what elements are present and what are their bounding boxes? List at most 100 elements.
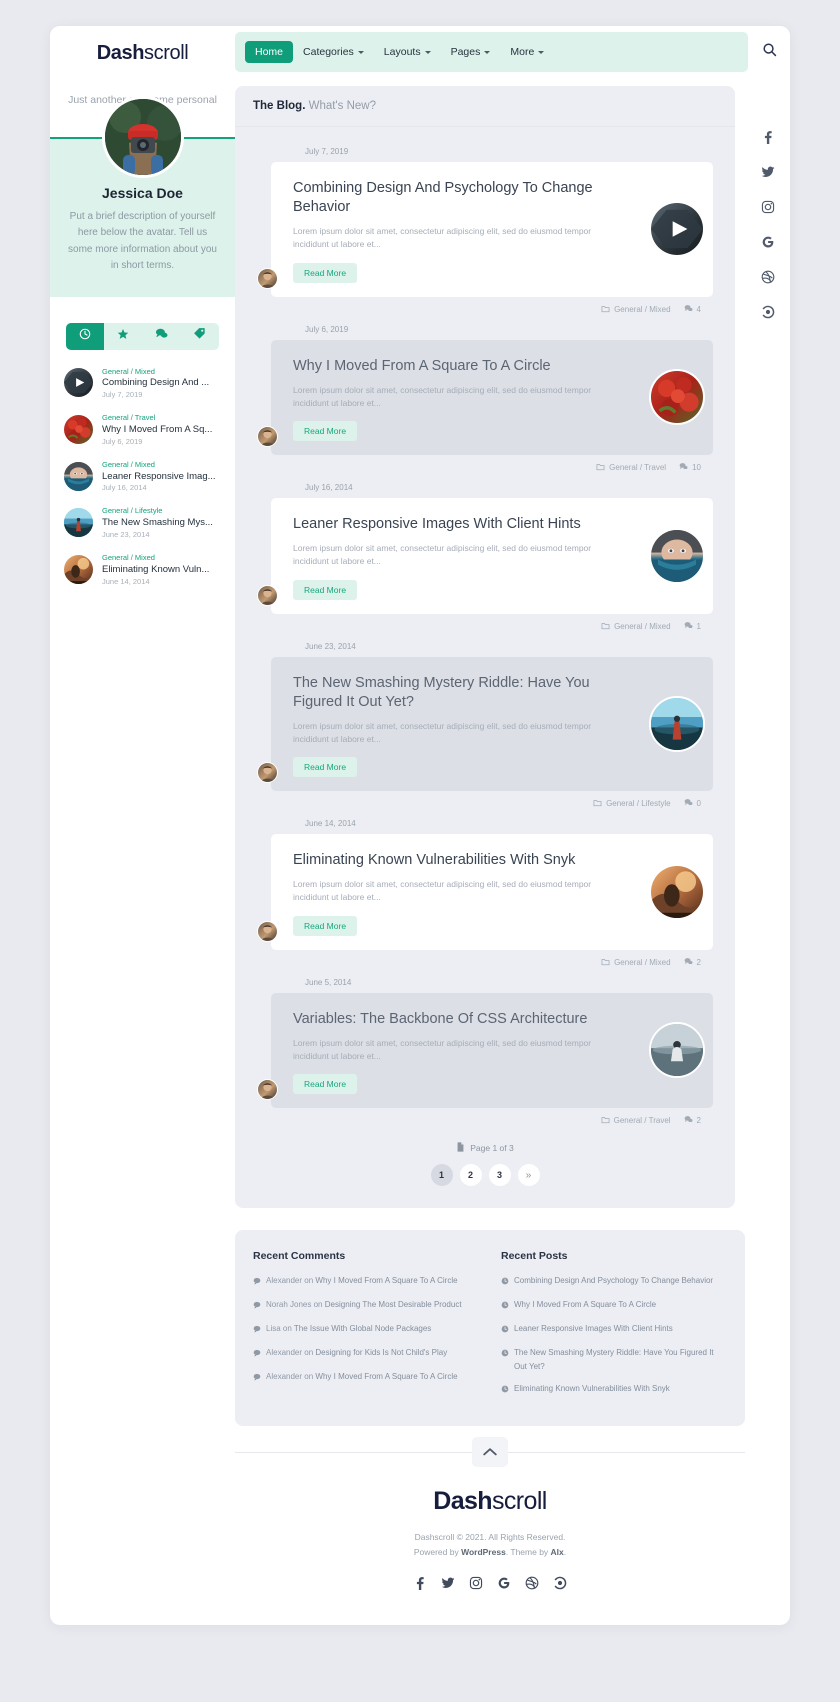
comment-count-icon xyxy=(679,462,688,473)
post-category[interactable]: General / Travel xyxy=(601,1115,671,1126)
recent-post-item[interactable]: The New Smashing Mystery Riddle: Have Yo… xyxy=(501,1346,727,1374)
comment-on-text: on xyxy=(304,1372,314,1382)
sidebar-recent-list: General / Mixed Combining Design And ... J… xyxy=(50,350,235,593)
post-comment-count[interactable]: 0 xyxy=(684,798,701,809)
nav-item-pages[interactable]: Pages xyxy=(441,41,501,63)
post-category[interactable]: General / Mixed xyxy=(601,957,671,968)
footer-logo[interactable]: Dashscroll xyxy=(235,1487,745,1516)
recent-comment-item[interactable]: Norah Jones on Designing The Most Desira… xyxy=(253,1298,479,1314)
read-more-button[interactable]: Read More xyxy=(293,1074,358,1095)
profile-avatar xyxy=(101,95,184,178)
footer-social-facebook[interactable] xyxy=(413,1576,427,1595)
footer-social-twitter[interactable] xyxy=(441,1576,455,1595)
post-date: July 6, 2019 xyxy=(305,324,349,334)
widget-tab-clock[interactable] xyxy=(66,322,105,350)
post-comment-count[interactable]: 1 xyxy=(684,621,701,632)
footer-social-500px[interactable] xyxy=(553,1576,567,1595)
post-bubble[interactable]: Eliminating Known Vulnerabilities With S… xyxy=(271,834,713,950)
post-thumbnail xyxy=(64,508,93,538)
read-more-button[interactable]: Read More xyxy=(293,915,358,936)
nav-item-home[interactable]: Home xyxy=(245,41,294,63)
search-button[interactable] xyxy=(748,26,790,78)
site-logo[interactable]: Dash scroll xyxy=(50,26,235,78)
post-category[interactable]: General / Travel xyxy=(596,462,666,473)
logo-light: scroll xyxy=(144,41,189,64)
comment-author: Alexander xyxy=(266,1372,303,1382)
comment-post-link[interactable]: Designing for Kids Is Not Child's Play xyxy=(315,1348,447,1357)
post-bubble[interactable]: Why I Moved From A Square To A Circle Lor… xyxy=(271,339,713,456)
recent-post-link[interactable]: Eliminating Known Vulnerabilities With S… xyxy=(514,1382,670,1398)
recent-post-link[interactable]: Why I Moved From A Square To A Circle xyxy=(514,1298,656,1314)
recent-post-item[interactable]: Combining Design And Psychology To Chang… xyxy=(501,1274,727,1290)
social-link-instagram[interactable] xyxy=(761,200,775,219)
list-item[interactable]: General / Lifestyle The New Smashing Mys.… xyxy=(64,499,221,546)
post-category[interactable]: General / Mixed xyxy=(601,304,671,315)
post-comment-count[interactable]: 2 xyxy=(684,957,701,968)
read-more-button[interactable]: Read More xyxy=(293,262,358,283)
post-comment-count[interactable]: 10 xyxy=(679,462,701,473)
comment-post-link[interactable]: Designing The Most Desirable Product xyxy=(325,1300,462,1309)
post-bubble[interactable]: Variables: The Backbone Of CSS Architect… xyxy=(271,992,713,1109)
back-to-top-button[interactable] xyxy=(472,1437,508,1468)
social-link-twitter[interactable] xyxy=(761,165,775,184)
wordpress-link[interactable]: WordPress xyxy=(461,1547,506,1557)
nav-item-more[interactable]: More xyxy=(500,41,554,63)
nav-item-categories[interactable]: Categories xyxy=(293,41,374,63)
recent-post-item[interactable]: Leaner Responsive Images With Client Hin… xyxy=(501,1322,727,1338)
post-date: July 6, 2019 xyxy=(102,436,143,446)
widget-tab-tag[interactable] xyxy=(181,323,219,350)
recent-post-item[interactable]: Eliminating Known Vulnerabilities With S… xyxy=(501,1382,727,1398)
recent-comment-item[interactable]: Lisa on The Issue With Global Node Packa… xyxy=(253,1322,479,1338)
recent-post-item[interactable]: Why I Moved From A Square To A Circle xyxy=(501,1298,727,1314)
recent-comment-item[interactable]: Alexander on Designing for Kids Is Not C… xyxy=(253,1346,479,1362)
post-category-label: General / Mixed xyxy=(614,957,671,967)
comment-count-label: 4 xyxy=(696,304,701,314)
profile-card: Jessica Doe Put a brief description of y… xyxy=(50,95,235,297)
list-item[interactable]: General / Mixed Leaner Responsive Imag...… xyxy=(64,453,221,500)
widget-tab-star[interactable] xyxy=(104,323,142,350)
pagination-button[interactable]: 1 xyxy=(430,1164,453,1187)
widget-tab-comments[interactable] xyxy=(143,323,181,350)
post-bubble[interactable]: The New Smashing Mystery Riddle: Have Yo… xyxy=(271,656,713,792)
post-category[interactable]: General / Lifestyle xyxy=(593,798,671,809)
footer-social-instagram[interactable] xyxy=(469,1576,483,1595)
profile-description: Put a brief description of yourself here… xyxy=(68,210,217,272)
nav-item-layouts[interactable]: Layouts xyxy=(374,41,441,63)
list-item[interactable]: General / Mixed Combining Design And ... J… xyxy=(64,360,221,407)
social-link-google[interactable] xyxy=(761,235,775,254)
comment-post-link[interactable]: The Issue With Global Node Packages xyxy=(294,1324,431,1333)
post-bubble[interactable]: Leaner Responsive Images With Client Hin… xyxy=(271,498,713,614)
credits-mid: . Theme by xyxy=(505,1546,551,1557)
read-more-button[interactable]: Read More xyxy=(293,579,358,600)
recent-post-link[interactable]: Leaner Responsive Images With Client Hin… xyxy=(514,1322,673,1338)
social-link-dribbble[interactable] xyxy=(761,270,775,289)
read-more-button[interactable]: Read More xyxy=(293,421,358,442)
recent-comment-item[interactable]: Alexander on Why I Moved From A Square T… xyxy=(253,1274,479,1290)
recent-post-link[interactable]: The New Smashing Mystery Riddle: Have Yo… xyxy=(514,1346,727,1374)
recent-post-link[interactable]: Combining Design And Psychology To Chang… xyxy=(514,1274,713,1290)
post-card: June 14, 2014 Eliminating Known Vulnerabi… xyxy=(257,819,713,967)
social-link-500px[interactable] xyxy=(761,305,775,324)
comment-post-link[interactable]: Why I Moved From A Square To A Circle xyxy=(315,1372,457,1381)
pagination-button[interactable]: 3 xyxy=(488,1164,511,1187)
post-meta: General / Mixed 4 xyxy=(257,297,713,315)
post-bubble[interactable]: Combining Design And Psychology To Chang… xyxy=(271,162,713,297)
footer-widgets: Recent Comments Alexander on Why I Moved… xyxy=(235,1230,745,1427)
list-item[interactable]: General / Mixed Eliminating Known Vuln...… xyxy=(64,546,221,593)
list-item[interactable]: General / Travel Why I Moved From A Sq...… xyxy=(64,406,221,453)
recent-comment-item[interactable]: Alexander on Why I Moved From A Square T… xyxy=(253,1370,479,1386)
post-comment-count[interactable]: 4 xyxy=(684,304,701,315)
social-link-facebook[interactable] xyxy=(761,130,775,149)
comment-post-link[interactable]: Why I Moved From A Square To A Circle xyxy=(315,1276,457,1285)
post-excerpt: Lorem ipsum dolor sit amet, consectetur … xyxy=(293,226,592,250)
pagination-button[interactable]: 2 xyxy=(459,1164,482,1187)
pagination-button[interactable]: » xyxy=(517,1164,540,1187)
read-more-button[interactable]: Read More xyxy=(293,757,358,778)
post-comment-count[interactable]: 2 xyxy=(684,1115,701,1126)
post-category-label: General / Mixed xyxy=(614,621,671,631)
footer-social-google[interactable] xyxy=(497,1576,511,1595)
post-date: June 14, 2014 xyxy=(305,819,356,829)
post-category[interactable]: General / Mixed xyxy=(601,621,671,632)
alx-link[interactable]: Alx xyxy=(551,1547,564,1557)
footer-social-dribbble[interactable] xyxy=(525,1576,539,1595)
